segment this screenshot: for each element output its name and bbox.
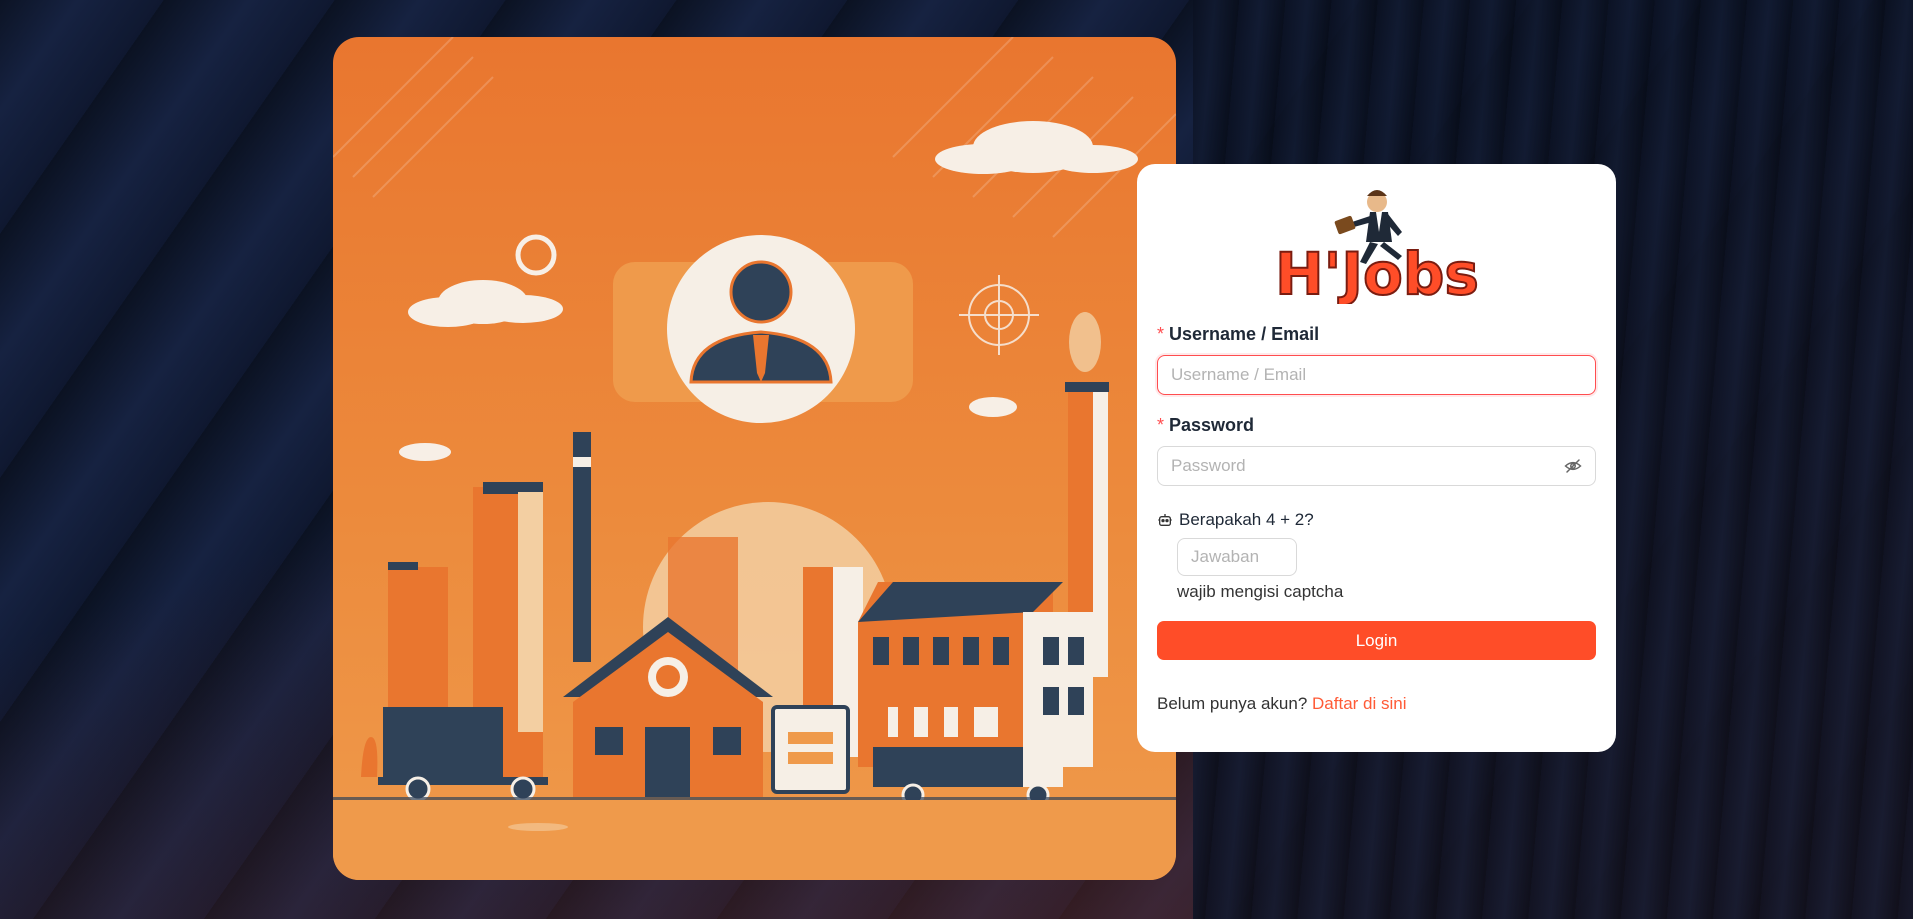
username-field[interactable] — [1157, 355, 1596, 395]
required-marker: * — [1157, 415, 1165, 435]
logo-text: H'Jobs — [1275, 240, 1479, 304]
username-label-text: Username / Email — [1169, 324, 1320, 344]
captcha-answer-input[interactable] — [1191, 547, 1283, 567]
brand-logo: H'Jobs — [1157, 182, 1596, 304]
password-label-text: Password — [1169, 415, 1255, 435]
signup-link[interactable]: Daftar di sini — [1312, 694, 1406, 713]
password-input[interactable] — [1171, 447, 1558, 485]
illustration-svg — [333, 37, 1176, 880]
captcha-help-text: wajib mengisi captcha — [1177, 582, 1344, 601]
login-card: H'Jobs * Username / Email * Password — [1137, 164, 1616, 752]
captcha-field[interactable] — [1177, 538, 1297, 576]
factory-city-illustration — [333, 37, 1176, 880]
eye-off-icon[interactable] — [1563, 456, 1582, 476]
username-input[interactable] — [1171, 356, 1582, 394]
signup-prompt: Belum punya akun? Daftar di sini — [1157, 694, 1596, 714]
password-label: * Password — [1157, 415, 1596, 436]
username-label: * Username / Email — [1157, 324, 1596, 345]
password-field[interactable] — [1157, 446, 1596, 486]
robot-icon — [1157, 512, 1173, 528]
captcha-question-text: Berapakah 4 + 2? — [1179, 510, 1314, 529]
required-marker: * — [1157, 324, 1165, 344]
login-button[interactable]: Login — [1157, 621, 1596, 660]
captcha-question: Berapakah 4 + 2? — [1157, 510, 1596, 530]
hjobs-logo: H'Jobs — [1274, 190, 1479, 304]
user-avatar-icon — [667, 235, 855, 423]
signup-prompt-text: Belum punya akun? — [1157, 694, 1308, 713]
